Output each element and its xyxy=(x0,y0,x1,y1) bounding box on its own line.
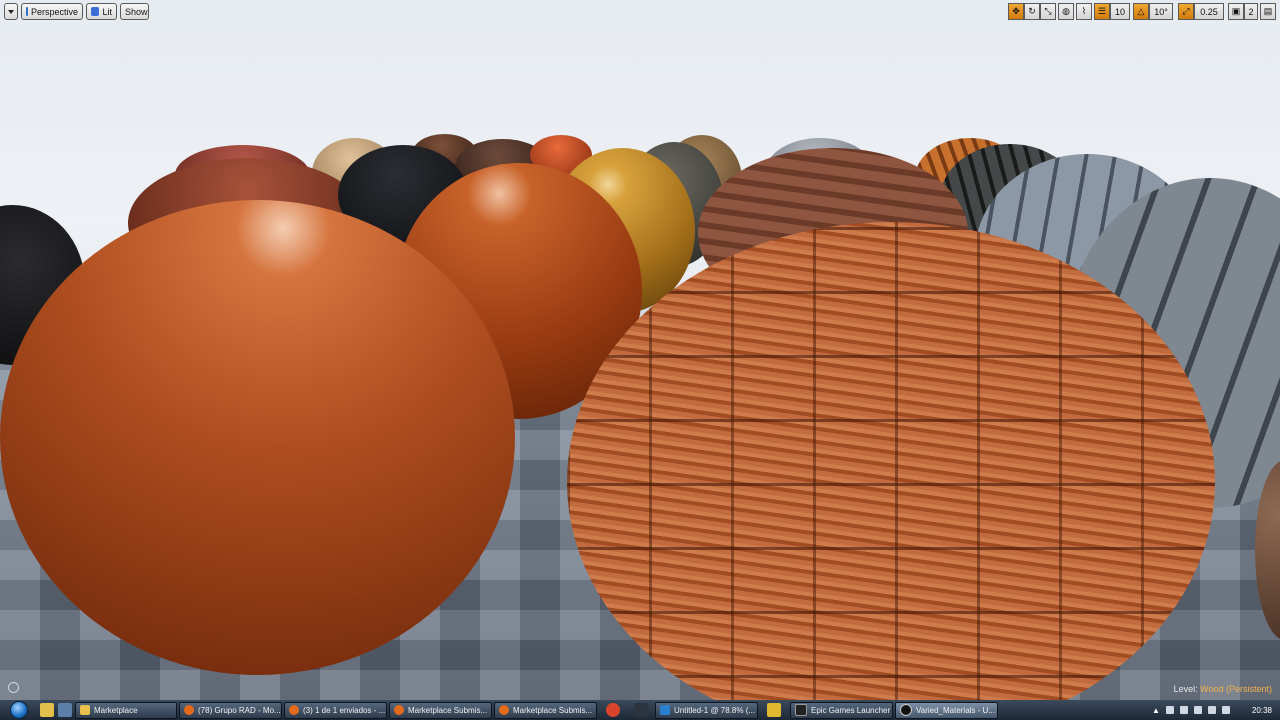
epic-icon xyxy=(795,704,807,716)
taskbar-item-firefox-3[interactable]: Marketplace Submis... xyxy=(389,701,492,719)
tray-app-icon[interactable] xyxy=(1165,706,1174,714)
firefox-icon xyxy=(499,705,509,715)
windows-logo-icon xyxy=(10,701,28,719)
taskbar-item-photoshop[interactable]: Untitled-1 @ 78.8% (... xyxy=(655,701,758,719)
system-tray: ▲ 20:38 xyxy=(1152,700,1280,720)
windows-taskbar: Marketplace (78) Grupo RAD - Mo... (3) 1… xyxy=(0,700,1280,720)
world-coordinates-icon[interactable]: ◍ xyxy=(1058,3,1074,20)
taskbar-item-unreal-editor[interactable]: Varied_Materials - U... xyxy=(895,701,998,719)
media-quicklaunch-icon[interactable] xyxy=(767,703,781,717)
perspective-button[interactable]: Perspective xyxy=(21,3,83,20)
grid-snap-icon[interactable]: ☰ xyxy=(1094,3,1110,20)
scale-tool-icon[interactable]: ⤡ xyxy=(1040,3,1056,20)
grid-snap-value[interactable]: 10 xyxy=(1110,3,1130,20)
show-button[interactable]: Show xyxy=(120,3,149,20)
unknown-quicklaunch-icon[interactable] xyxy=(58,703,72,717)
taskbar-item-label: Marketplace Submis... xyxy=(408,705,488,715)
lit-button[interactable]: Lit xyxy=(86,3,117,20)
maximize-viewport-icon[interactable]: ▤ xyxy=(1260,3,1276,20)
chrome-quicklaunch-icon[interactable] xyxy=(606,703,620,717)
taskbar-item-marketplace-folder[interactable]: Marketplace xyxy=(75,701,177,719)
viewport-help-icon[interactable] xyxy=(8,682,19,693)
level-name: Wood (Persistent) xyxy=(1200,684,1272,694)
camera-speed-value[interactable]: 2 xyxy=(1244,3,1258,20)
taskbar-item-label: Marketplace xyxy=(94,705,138,715)
rotation-snap-value[interactable]: 10° xyxy=(1149,3,1173,20)
taskbar-item-firefox-2[interactable]: (3) 1 de 1 enviados - ... xyxy=(284,701,387,719)
volume-icon[interactable] xyxy=(1207,706,1216,714)
rotate-tool-icon[interactable]: ↻ xyxy=(1024,3,1040,20)
folder-icon xyxy=(80,705,90,715)
taskbar-item-firefox-1[interactable]: (78) Grupo RAD - Mo... xyxy=(179,701,282,719)
console-quicklaunch-icon[interactable] xyxy=(634,703,648,717)
firefox-icon xyxy=(184,705,194,715)
taskbar-item-label: Epic Games Launcher xyxy=(811,705,891,715)
taskbar-item-firefox-4[interactable]: Marketplace Submis... xyxy=(494,701,597,719)
show-label: Show xyxy=(125,6,148,17)
camera-speed-icon[interactable]: ▣ xyxy=(1228,3,1244,20)
explorer-quicklaunch-icon[interactable] xyxy=(40,703,54,717)
language-icon[interactable] xyxy=(1221,706,1230,714)
perspective-icon xyxy=(26,7,28,16)
translate-tool-icon[interactable]: ✥ xyxy=(1008,3,1024,20)
taskbar-item-label: Untitled-1 @ 78.8% (... xyxy=(674,705,756,715)
surface-snap-icon[interactable]: ⌇ xyxy=(1076,3,1092,20)
sphere-front-orange[interactable] xyxy=(0,200,515,675)
taskbar-item-epic-launcher[interactable]: Epic Games Launcher xyxy=(790,701,893,719)
taskbar-item-label: Marketplace Submis... xyxy=(513,705,593,715)
taskbar-item-label: (78) Grupo RAD - Mo... xyxy=(198,705,281,715)
viewport-options-button[interactable] xyxy=(4,3,18,20)
scale-snap-icon[interactable]: ⤢ xyxy=(1178,3,1194,20)
unreal-icon xyxy=(900,704,912,716)
lit-sphere-icon xyxy=(91,7,100,16)
lit-label: Lit xyxy=(102,6,112,17)
firefox-icon xyxy=(289,705,299,715)
scale-snap-value[interactable]: 0.25 xyxy=(1194,3,1224,20)
level-info: Level: Wood (Persistent) xyxy=(1174,684,1272,694)
clock[interactable]: 20:38 xyxy=(1252,706,1272,715)
taskbar-item-label: Varied_Materials - U... xyxy=(916,705,995,715)
level-prefix: Level: xyxy=(1173,684,1198,694)
photoshop-icon xyxy=(660,705,670,715)
taskbar-item-label: (3) 1 de 1 enviados - ... xyxy=(303,705,386,715)
editor-viewport[interactable]: Perspective Lit Show ✥ ↻ ⤡ ◍ ⌇ ☰ 10 △ 10… xyxy=(0,0,1280,700)
rotation-snap-icon[interactable]: △ xyxy=(1133,3,1149,20)
network-icon[interactable] xyxy=(1193,706,1202,714)
chevron-down-icon xyxy=(8,9,14,14)
firefox-icon xyxy=(394,705,404,715)
start-button[interactable] xyxy=(0,700,38,720)
tray-app-icon[interactable] xyxy=(1179,706,1188,714)
show-hidden-icons-icon[interactable]: ▲ xyxy=(1152,706,1160,715)
perspective-label: Perspective xyxy=(30,6,78,17)
